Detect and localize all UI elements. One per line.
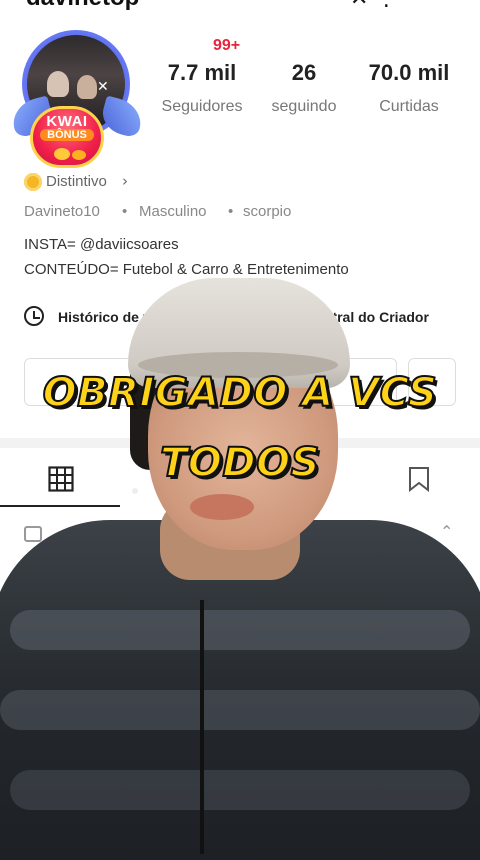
bio-line: INSTA= @daviicsoares (24, 236, 179, 253)
likes-count[interactable]: 70.0 mil (354, 60, 464, 86)
badge-subtitle: BÔNUS (40, 129, 94, 141)
playlist-icon[interactable] (24, 526, 42, 542)
following-count[interactable]: 26 (264, 60, 344, 86)
person-mouth (190, 494, 254, 520)
avatar-person (77, 75, 97, 99)
medal-icon (24, 173, 42, 191)
sign-tag: scorpio (243, 203, 292, 220)
bio-line: CONTEÚDO= Futebol & Carro & Entretenimen… (24, 261, 349, 278)
coin-icon (54, 148, 70, 160)
wing-icon (98, 95, 146, 139)
active-tab-indicator (0, 505, 120, 507)
distintivo-link[interactable]: Distintivo (46, 173, 107, 190)
followers-count[interactable]: 7.7 mil (152, 60, 252, 86)
notification-count: 99+ (213, 37, 241, 54)
top-header: davinetop ✕ ⋮ (0, 0, 480, 10)
likes-label: Curtidas (379, 98, 439, 115)
gender-tag: Masculino (139, 203, 207, 220)
video-caption-line2: TODOS (159, 439, 320, 487)
profile-handle: davinetop (26, 0, 139, 10)
separator-dot: • (228, 203, 234, 220)
username-tag: Davineto10 (24, 203, 100, 220)
jacket-puff (10, 770, 470, 810)
clock-icon (24, 306, 44, 326)
history-link[interactable]: Histórico de v (58, 309, 151, 325)
separator-dot: • (122, 203, 128, 220)
jacket-puff (0, 690, 480, 730)
jacket-puff (10, 610, 470, 650)
earring (132, 488, 138, 494)
video-caption-line1: OBRIGADO A VCS (42, 369, 438, 417)
chevron-up-icon[interactable]: ⌃ (440, 522, 453, 541)
followers-label: Seguidores (161, 98, 243, 115)
close-icon: ✕ (97, 79, 109, 95)
header-menu-icon[interactable]: ✕ ⋮ (350, 0, 397, 10)
coin-icon (72, 150, 86, 160)
following-label: seguindo (271, 98, 337, 115)
jacket-zipper (200, 600, 204, 854)
badge-title: KWAI (46, 113, 88, 130)
avatar-person (47, 71, 69, 97)
chevron-right-icon: › (122, 172, 128, 190)
